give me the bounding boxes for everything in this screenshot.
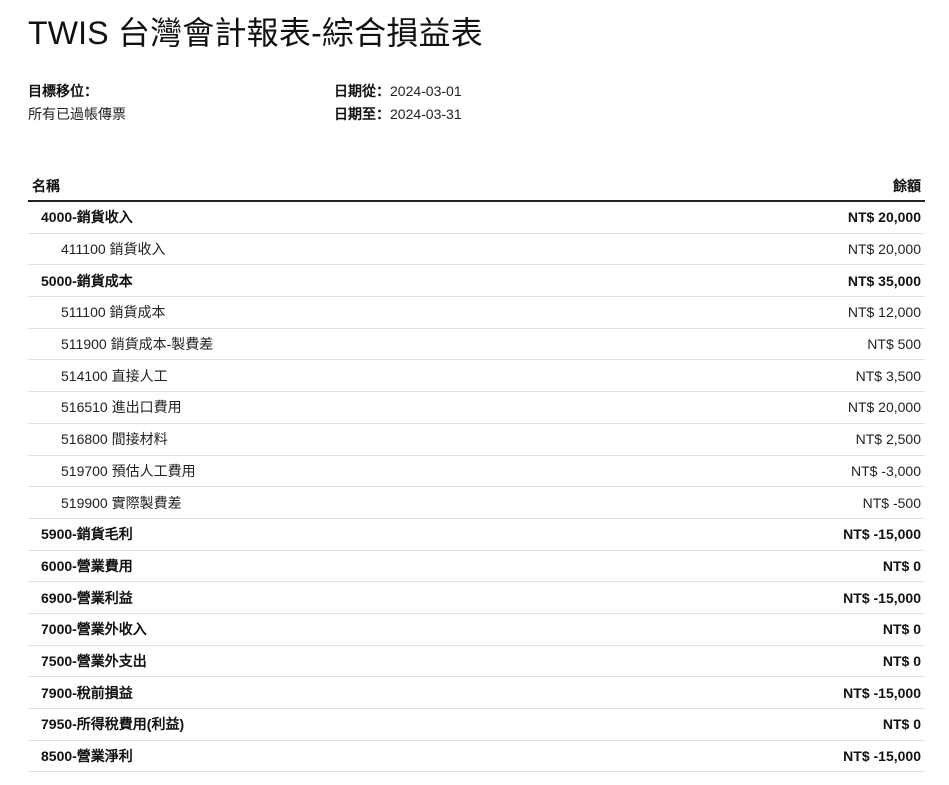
- account-balance: NT$ 2,500: [645, 423, 925, 456]
- account-balance: NT$ 12,000: [645, 296, 925, 329]
- account-balance: NT$ 0: [645, 613, 925, 646]
- account-name: 511900 銷貨成本-製費差: [28, 328, 646, 361]
- account-name: 5000-銷貨成本: [28, 264, 646, 298]
- date-to-label: 日期至：: [334, 106, 390, 122]
- account-row: 411100 銷貨收入 NT$ 20,000: [28, 233, 925, 266]
- account-group-row: 5000-銷貨成本 NT$ 35,000: [28, 264, 925, 298]
- account-name: 5900-銷貨毛利: [28, 518, 646, 551]
- account-name: 516510 進出口費用: [28, 391, 646, 424]
- date-from-value: 2024-03-01: [390, 83, 462, 99]
- account-row: 519900 實際製費差 NT$ -500: [28, 486, 925, 519]
- account-balance: NT$ -15,000: [645, 740, 925, 773]
- account-group-row: 5900-銷貨毛利 NT$ -15,000: [28, 518, 925, 551]
- account-name: 519900 實際製費差: [28, 486, 646, 519]
- account-row: 511100 銷貨成本 NT$ 12,000: [28, 296, 925, 329]
- account-row: 519700 預估人工費用 NT$ -3,000: [28, 455, 925, 488]
- account-balance: NT$ 20,000: [645, 201, 925, 234]
- account-row: 511900 銷貨成本-製費差 NT$ 500: [28, 328, 925, 361]
- date-range-filter: 日期從：2024-03-01 日期至：2024-03-31: [334, 80, 462, 126]
- account-balance: NT$ 35,000: [645, 264, 925, 298]
- account-row: 516510 進出口費用 NT$ 20,000: [28, 391, 925, 424]
- account-balance: NT$ 500: [645, 328, 925, 361]
- account-balance: NT$ -15,000: [645, 676, 925, 709]
- account-name: 7950-所得稅費用(利益): [28, 708, 646, 741]
- account-group-row: 6000-營業費用 NT$ 0: [28, 550, 925, 583]
- account-name: 7500-營業外支出: [28, 645, 646, 678]
- account-name: 6000-營業費用: [28, 550, 646, 583]
- account-balance: NT$ -3,000: [645, 455, 925, 488]
- account-group-row: 7900-稅前損益 NT$ -15,000: [28, 676, 925, 709]
- date-from-label: 日期從：: [334, 83, 390, 99]
- account-name: 511100 銷貨成本: [28, 296, 646, 329]
- account-balance: NT$ 0: [645, 708, 925, 741]
- account-name: 4000-銷貨收入: [28, 201, 646, 234]
- account-group-row: 8500-營業淨利 NT$ -15,000: [28, 740, 925, 773]
- date-to-value: 2024-03-31: [390, 106, 462, 122]
- name-column-header: 名稱: [28, 172, 646, 202]
- report-title: TWIS 台灣會計報表-綜合損益表: [28, 15, 483, 51]
- target-moves-value: 所有已過帳傳票: [28, 106, 126, 122]
- account-name: 7900-稅前損益: [28, 676, 646, 709]
- table-body: 4000-銷貨收入 NT$ 20,000 411100 銷貨收入 NT$ 20,000…: [28, 201, 925, 773]
- account-name: 6900-營業利益: [28, 581, 646, 614]
- account-balance: NT$ 20,000: [645, 233, 925, 266]
- date-to-line: 日期至：2024-03-31: [334, 103, 462, 126]
- account-group-row: 7950-所得稅費用(利益) NT$ 0: [28, 708, 925, 741]
- account-balance: NT$ 0: [645, 645, 925, 678]
- account-name: 7000-營業外收入: [28, 613, 646, 646]
- target-moves-label: 目標移位：: [28, 83, 98, 99]
- account-row: 514100 直接人工 NT$ 3,500: [28, 359, 925, 393]
- account-name: 514100 直接人工: [28, 359, 646, 393]
- account-group-row: 7500-營業外支出 NT$ 0: [28, 645, 925, 678]
- balance-column-header: 餘額: [645, 172, 925, 202]
- account-balance: NT$ 0: [645, 550, 925, 583]
- account-row: 516800 間接材料 NT$ 2,500: [28, 423, 925, 456]
- account-balance: NT$ -500: [645, 486, 925, 519]
- account-balance: NT$ -15,000: [645, 518, 925, 551]
- account-name: 411100 銷貨收入: [28, 233, 646, 266]
- target-moves-filter: 目標移位： 所有已過帳傳票: [28, 80, 126, 126]
- account-name: 8500-營業淨利: [28, 740, 646, 773]
- account-balance: NT$ -15,000: [645, 581, 925, 614]
- account-name: 519700 預估人工費用: [28, 455, 646, 488]
- income-statement-table: 名稱 餘額 4000-銷貨收入 NT$ 20,000 411100 銷貨收入 NT$ …: [28, 172, 925, 773]
- account-group-row: 7000-營業外收入 NT$ 0: [28, 613, 925, 646]
- account-balance: NT$ 3,500: [645, 359, 925, 393]
- account-name: 516800 間接材料: [28, 423, 646, 456]
- report-page: TWIS 台灣會計報表-綜合損益表 目標移位： 所有已過帳傳票 日期從：2024…: [0, 0, 949, 785]
- date-from-line: 日期從：2024-03-01: [334, 80, 462, 103]
- account-group-row: 6900-營業利益 NT$ -15,000: [28, 581, 925, 614]
- account-balance: NT$ 20,000: [645, 391, 925, 424]
- table-header-row: 名稱 餘額: [28, 172, 925, 202]
- account-group-row: 4000-銷貨收入 NT$ 20,000: [28, 201, 925, 234]
